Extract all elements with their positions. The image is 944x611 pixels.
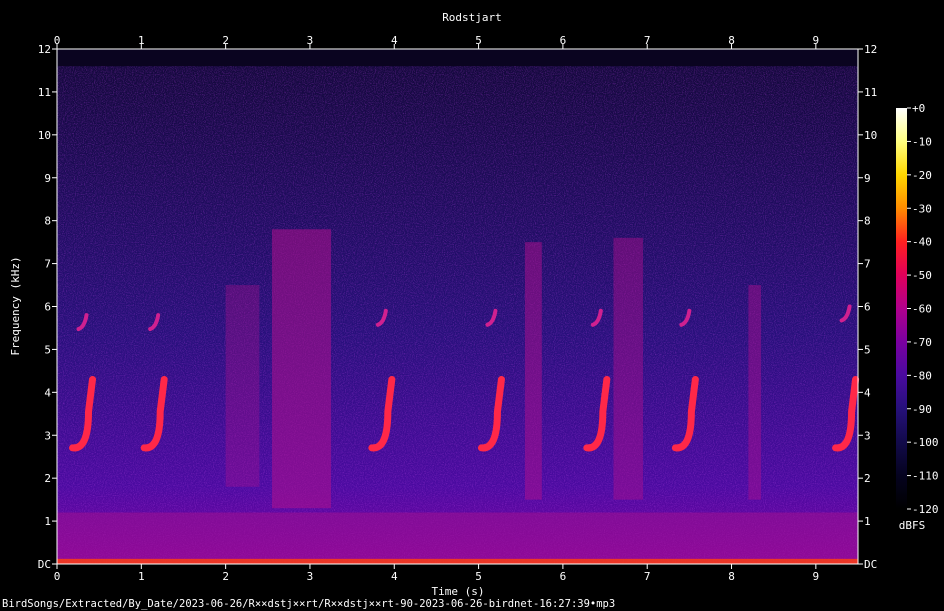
x-tick-label-bottom-8: 8	[728, 570, 735, 583]
y-tick-label-left-6: 6	[44, 301, 51, 314]
y-tick-label-left-3: 3	[44, 429, 51, 442]
y-tick-label-right-9: 9	[864, 172, 871, 185]
x-tick-label-bottom-0: 0	[54, 570, 61, 583]
y-tick-label-left-9: 9	[44, 172, 51, 185]
x-tick-label-bottom-2: 2	[222, 570, 229, 583]
x-tick-label-top-4: 4	[391, 34, 398, 47]
x-tick-label-top-0: 0	[54, 34, 61, 47]
y-tick-label-right-8: 8	[864, 215, 871, 228]
dc-band	[57, 558, 858, 564]
y-tick-label-left-11: 11	[38, 86, 51, 99]
y-tick-label-right-7: 7	[864, 258, 871, 271]
y-tick-label-right-10: 10	[864, 129, 877, 142]
colorbar-tick-label-3: -30	[912, 202, 932, 215]
y-tick-label-left-1: 1	[44, 515, 51, 528]
x-tick-label-bottom-3: 3	[307, 570, 314, 583]
y-tick-label-right-DC: DC	[864, 558, 877, 571]
x-tick-label-bottom-1: 1	[138, 570, 145, 583]
x-tick-label-top-9: 9	[813, 34, 820, 47]
colorbar-tick-label-12: -120	[912, 503, 939, 516]
y-axis-label: Frequency (kHz)	[9, 256, 22, 355]
spectrogram-noise-texture	[57, 49, 858, 564]
chart-title: Rodstjart	[442, 11, 502, 24]
x-tick-label-top-7: 7	[644, 34, 651, 47]
noise-burst-0	[272, 229, 332, 509]
x-tick-label-top-2: 2	[222, 34, 229, 47]
x-tick-label-top-1: 1	[138, 34, 145, 47]
colorbar-label: dBFS	[899, 519, 926, 532]
y-tick-label-right-5: 5	[864, 343, 871, 356]
y-tick-label-right-4: 4	[864, 386, 871, 399]
y-tick-label-right-6: 6	[864, 301, 871, 314]
y-tick-label-right-1: 1	[864, 515, 871, 528]
low-frequency-band	[57, 512, 858, 560]
y-tick-label-right-11: 11	[864, 86, 877, 99]
noise-burst-1	[225, 285, 260, 487]
y-tick-label-left-2: 2	[44, 472, 51, 485]
colorbar-tick-label-8: -80	[912, 369, 932, 382]
x-tick-label-bottom-5: 5	[475, 570, 482, 583]
colorbar-tick-label-0: +0	[912, 102, 925, 115]
x-tick-label-top-8: 8	[728, 34, 735, 47]
colorbar-tick-label-5: -50	[912, 269, 932, 282]
x-tick-label-top-6: 6	[560, 34, 567, 47]
x-tick-label-bottom-4: 4	[391, 570, 398, 583]
y-tick-label-left-8: 8	[44, 215, 51, 228]
colorbar-tick-label-6: -60	[912, 303, 932, 316]
x-axis-label: Time (s)	[432, 585, 485, 598]
y-tick-label-left-5: 5	[44, 343, 51, 356]
colorbar-tick-label-10: -100	[912, 436, 939, 449]
y-tick-label-right-12: 12	[864, 43, 877, 56]
colorbar-gradient	[896, 108, 907, 509]
colorbar-tick-label-2: -20	[912, 169, 932, 182]
y-tick-label-right-3: 3	[864, 429, 871, 442]
colorbar-tick-label-9: -90	[912, 403, 932, 416]
noise-burst-4	[748, 285, 762, 500]
noise-burst-2	[524, 242, 542, 500]
y-tick-label-left-DC: DC	[38, 558, 51, 571]
colorbar-tick-label-11: -110	[912, 470, 939, 483]
x-tick-label-top-5: 5	[475, 34, 482, 47]
colorbar-tick-label-7: -70	[912, 336, 932, 349]
spectrogram-plot	[56, 48, 860, 565]
spectrogram-chart: Rodstjart 00112233445566778899DC DC1 12 23 3…	[0, 0, 944, 611]
x-tick-label-top-3: 3	[307, 34, 314, 47]
colorbar-tick-label-4: -40	[912, 236, 932, 249]
colorbar-tick-label-1: -10	[912, 135, 932, 148]
file-path-caption: BirdSongs/Extracted/By_Date/2023-06-26/R…	[2, 598, 615, 610]
y-tick-label-left-4: 4	[44, 386, 51, 399]
x-tick-label-bottom-7: 7	[644, 570, 651, 583]
y-tick-label-left-12: 12	[38, 43, 51, 56]
high-frequency-cutoff-band	[57, 49, 858, 67]
y-tick-label-left-7: 7	[44, 258, 51, 271]
y-tick-label-right-2: 2	[864, 472, 871, 485]
noise-burst-3	[613, 237, 643, 500]
x-tick-label-bottom-6: 6	[560, 570, 567, 583]
x-tick-label-bottom-9: 9	[813, 570, 820, 583]
y-tick-label-left-10: 10	[38, 129, 51, 142]
